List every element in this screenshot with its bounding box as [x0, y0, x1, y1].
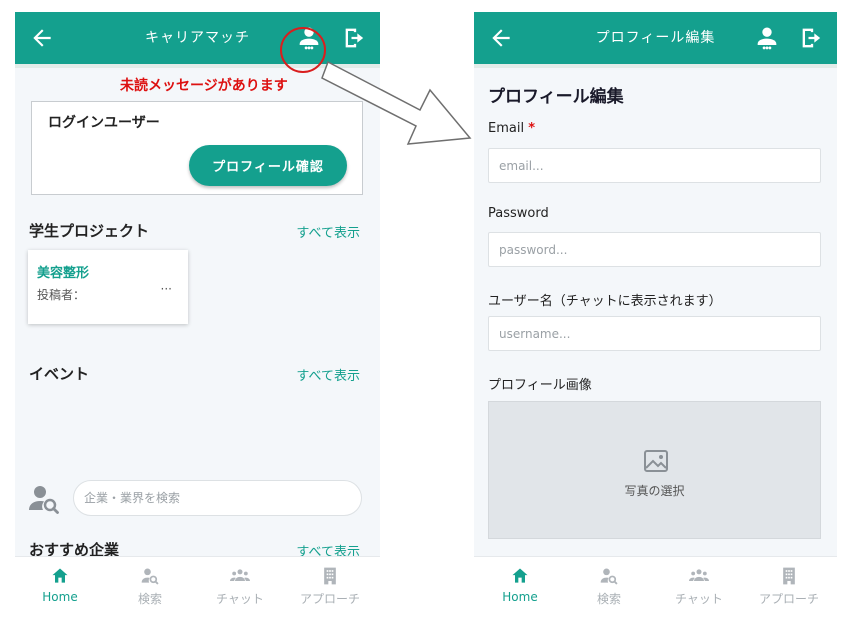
logout-icon[interactable]	[798, 24, 826, 52]
bottom-tab-bar: Home 検索 チャット アプローチ	[15, 556, 380, 621]
student-projects-show-all-link[interactable]: すべて表示	[296, 222, 360, 241]
tab-home[interactable]: Home	[15, 557, 105, 621]
person-search-icon	[29, 486, 59, 514]
bottom-tab-bar: Home 検索 チャット アプローチ	[474, 556, 837, 621]
tab-home[interactable]: Home	[475, 557, 565, 621]
profile-icon[interactable]	[753, 24, 781, 52]
company-search	[29, 480, 364, 518]
view-profile-button[interactable]: プロフィール確認	[189, 145, 347, 186]
password-field[interactable]	[488, 232, 821, 267]
profile-image-label: プロフィール画像	[488, 378, 592, 393]
screenshot-root: キャリアマッチ 未読メッセージがあります ログインユーザー プロフィール確認 学…	[0, 0, 847, 621]
transition-arrow	[321, 60, 472, 145]
more-icon[interactable]: ···	[161, 282, 172, 296]
events-show-all-link[interactable]: すべて表示	[296, 365, 360, 384]
form-title: プロフィール編集	[488, 87, 624, 107]
top-app-bar: プロフィール編集	[474, 12, 837, 64]
username-label: ユーザー名（チャットに表示されます）	[488, 294, 722, 309]
image-icon	[644, 450, 668, 472]
tab-search[interactable]: 検索	[564, 557, 654, 621]
tab-approach[interactable]: アプローチ	[744, 557, 834, 621]
tab-approach[interactable]: アプローチ	[285, 557, 375, 621]
group-icon	[230, 569, 250, 581]
select-photo-label: 写真の選択	[624, 484, 685, 498]
company-search-input[interactable]	[73, 480, 362, 516]
photo-select-area[interactable]: 写真の選択	[488, 401, 821, 539]
required-mark: *	[528, 121, 536, 136]
tab-chat[interactable]: チャット	[195, 557, 285, 621]
project-poster: 投稿者：	[37, 288, 86, 302]
project-title: 美容整形	[37, 266, 90, 281]
tab-search[interactable]: 検索	[105, 557, 195, 621]
events-heading: イベント	[29, 365, 90, 383]
header-divider	[474, 64, 837, 68]
email-field[interactable]	[488, 148, 821, 183]
building-icon	[324, 567, 336, 585]
project-card[interactable]: 美容整形 投稿者： ···	[28, 250, 188, 324]
screen-title: プロフィール編集	[595, 30, 716, 46]
student-projects-heading: 学生プロジェクト	[29, 222, 150, 240]
login-user-panel: ログインユーザー プロフィール確認	[31, 101, 363, 195]
home-icon	[512, 568, 528, 583]
building-icon	[783, 567, 795, 585]
email-label: Email *	[488, 121, 536, 136]
home-icon	[52, 568, 68, 583]
username-field[interactable]	[488, 316, 821, 351]
person-search-icon	[600, 568, 618, 585]
profile-edit-screen: プロフィール編集 プロフィール編集 Email * Password ユーザー名…	[474, 12, 837, 621]
unread-notice: 未読メッセージがあります	[120, 78, 288, 94]
group-icon	[689, 569, 709, 581]
person-search-icon	[141, 568, 159, 585]
tab-chat[interactable]: チャット	[654, 557, 744, 621]
login-user-heading: ログインユーザー	[48, 115, 160, 131]
password-label: Password	[488, 206, 549, 221]
